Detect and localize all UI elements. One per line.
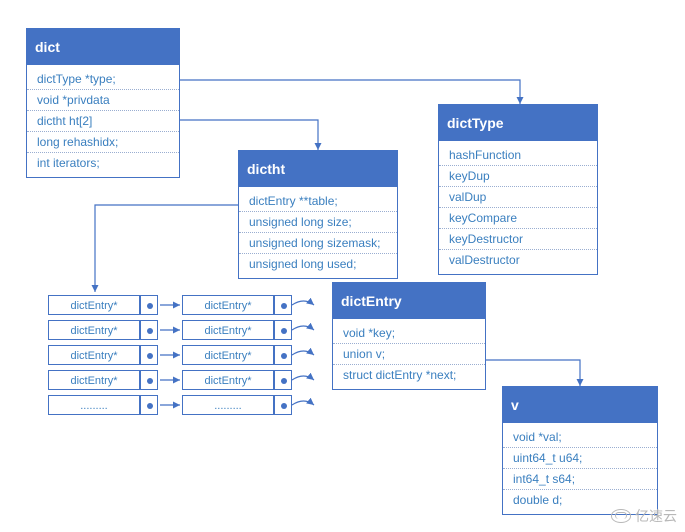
entry-bucket-connector (140, 295, 158, 315)
entry-chain-connector (274, 345, 292, 365)
field: unsigned long size; (239, 212, 397, 233)
struct-dictEntry-title: dictEntry (333, 283, 485, 319)
field: int64_t s64; (503, 469, 657, 490)
watermark-text: 亿速云 (635, 506, 677, 526)
field: uint64_t u64; (503, 448, 657, 469)
field: keyCompare (439, 208, 597, 229)
entry-bucket-connector (140, 370, 158, 390)
field: int iterators; (27, 153, 179, 173)
field: dictht ht[2] (27, 111, 179, 132)
field: void *key; (333, 323, 485, 344)
struct-v-title: v (503, 387, 657, 423)
entry-bucket-row: ......... (48, 395, 158, 415)
field: void *privdata (27, 90, 179, 111)
entry-bucket-row: dictEntry* (48, 370, 158, 390)
entry-bucket-row: dictEntry* (48, 320, 158, 340)
entry-chain-row: dictEntry* (182, 345, 292, 365)
struct-dict: dict dictType *type; void *privdata dict… (26, 28, 180, 178)
entry-bucket-label: ......... (48, 395, 140, 415)
watermark-logo-icon (611, 509, 631, 523)
entry-bucket-label: dictEntry* (48, 345, 140, 365)
struct-dictType: dictType hashFunction keyDup valDup keyC… (438, 104, 598, 275)
field: union v; (333, 344, 485, 365)
struct-dictEntry: dictEntry void *key; union v; struct dic… (332, 282, 486, 390)
entry-bucket-label: dictEntry* (48, 295, 140, 315)
field: keyDup (439, 166, 597, 187)
entry-chain-label: dictEntry* (182, 345, 274, 365)
field: dictEntry **table; (239, 191, 397, 212)
entry-chain-connector (274, 320, 292, 340)
entry-chain-connector (274, 370, 292, 390)
struct-dictType-title: dictType (439, 105, 597, 141)
entry-bucket-row: dictEntry* (48, 295, 158, 315)
entry-chain-connector (274, 395, 292, 415)
field: valDestructor (439, 250, 597, 270)
entry-chain-label: ......... (182, 395, 274, 415)
struct-dictht: dictht dictEntry **table; unsigned long … (238, 150, 398, 279)
field: keyDestructor (439, 229, 597, 250)
entry-bucket-label: dictEntry* (48, 320, 140, 340)
entry-bucket-row: dictEntry* (48, 345, 158, 365)
entry-bucket-connector (140, 345, 158, 365)
entry-chain-connector (274, 295, 292, 315)
entry-chain-row: dictEntry* (182, 370, 292, 390)
field: valDup (439, 187, 597, 208)
field: unsigned long sizemask; (239, 233, 397, 254)
field: hashFunction (439, 145, 597, 166)
entry-chain-row: dictEntry* (182, 320, 292, 340)
struct-dictht-title: dictht (239, 151, 397, 187)
entry-chain-label: dictEntry* (182, 370, 274, 390)
entry-bucket-connector (140, 395, 158, 415)
struct-dict-title: dict (27, 29, 179, 65)
field: long rehashidx; (27, 132, 179, 153)
field: unsigned long used; (239, 254, 397, 274)
struct-v: v void *val; uint64_t u64; int64_t s64; … (502, 386, 658, 515)
entry-chain-row: dictEntry* (182, 295, 292, 315)
watermark: 亿速云 (611, 506, 677, 526)
field: dictType *type; (27, 69, 179, 90)
field: void *val; (503, 427, 657, 448)
entry-chain-label: dictEntry* (182, 295, 274, 315)
entry-chain-row: ......... (182, 395, 292, 415)
entry-chain-label: dictEntry* (182, 320, 274, 340)
entry-bucket-connector (140, 320, 158, 340)
entry-bucket-label: dictEntry* (48, 370, 140, 390)
field: struct dictEntry *next; (333, 365, 485, 385)
